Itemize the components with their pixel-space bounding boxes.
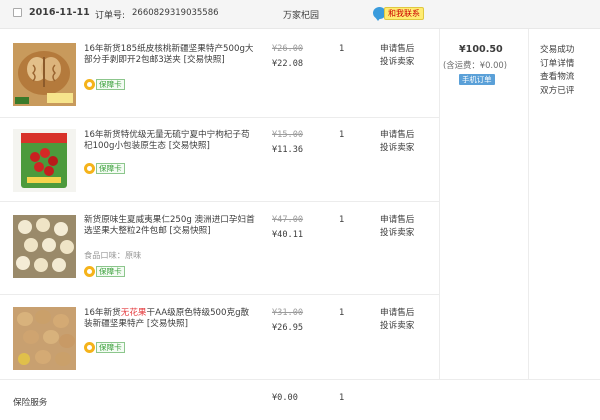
macadamia-photo-icon[interactable] bbox=[13, 215, 76, 278]
item-price: ¥11.36 bbox=[272, 145, 304, 155]
apply-after-sale-link[interactable]: 申请售后 bbox=[380, 130, 414, 140]
apply-after-sale-link[interactable]: 申请售后 bbox=[380, 308, 414, 318]
item-quantity: 1 bbox=[339, 44, 345, 54]
guarantee-card-badge[interactable]: 保障卡 bbox=[84, 78, 125, 90]
walnut-photo-icon[interactable] bbox=[13, 43, 76, 106]
item-title-link[interactable]: 新货原味生夏威夷果仁250g 澳洲进口孕妇首选坚果大整粒2件包邮 [交易快照] bbox=[84, 215, 256, 237]
item-price: ¥26.95 bbox=[272, 323, 304, 333]
column-divider bbox=[528, 29, 529, 380]
complain-seller-link[interactable]: 投诉卖家 bbox=[380, 57, 414, 67]
mobile-order-badge: 手机订单 bbox=[459, 74, 495, 85]
order-number: 2660829319035586 bbox=[132, 8, 219, 18]
item-original-price: ¥31.00 bbox=[272, 308, 304, 318]
complain-seller-link[interactable]: 投诉卖家 bbox=[380, 321, 414, 331]
order-status-links: 交易成功 订单详情 查看物流 双方已评 bbox=[540, 44, 574, 98]
order-total: ¥100.50 bbox=[459, 44, 503, 55]
guarantee-icon bbox=[84, 341, 95, 353]
title-keyword-highlight: 无花果 bbox=[120, 308, 147, 318]
order-select-checkbox[interactable] bbox=[13, 8, 22, 17]
row-divider bbox=[0, 117, 439, 118]
shop-name-link[interactable]: 万家杞园 bbox=[283, 8, 319, 21]
item-original-price: ¥26.00 bbox=[272, 44, 304, 54]
item-original-price: ¥15.00 bbox=[272, 130, 304, 140]
item-title-link[interactable]: 16年新货特优级无量无硫宁夏中宁枸杞子苟杞100g小包装原生态 [交易快照] bbox=[84, 130, 256, 152]
view-logistics-link[interactable]: 查看物流 bbox=[540, 72, 574, 82]
item-quantity: 1 bbox=[339, 130, 345, 140]
goji-berry-photo-icon[interactable] bbox=[13, 129, 76, 192]
guarantee-card-badge[interactable]: 保障卡 bbox=[84, 162, 125, 174]
item-title-link[interactable]: 16年新货185纸皮核桃新疆坚果特产500g大部分手剥即开2包邮3送夹 [交易快… bbox=[84, 44, 256, 66]
row-divider bbox=[0, 201, 439, 202]
item-quantity: 1 bbox=[339, 308, 345, 318]
column-divider bbox=[439, 29, 440, 380]
insurance-service-label: 保险服务 bbox=[13, 398, 48, 408]
apply-after-sale-link[interactable]: 申请售后 bbox=[380, 215, 414, 225]
apply-after-sale-link[interactable]: 申请售后 bbox=[380, 44, 414, 54]
both-reviewed-link[interactable]: 双方已评 bbox=[540, 86, 574, 96]
shipping-fee: (含运费：¥0.00) bbox=[443, 60, 508, 70]
guarantee-card-badge[interactable]: 保障卡 bbox=[84, 341, 125, 353]
trade-success-status: 交易成功 bbox=[540, 45, 575, 55]
row-divider bbox=[0, 379, 600, 380]
contact-seller-label: 和我联系 bbox=[384, 7, 424, 20]
insurance-quantity: 1 bbox=[339, 393, 345, 403]
dried-fig-photo-icon[interactable] bbox=[13, 307, 76, 370]
insurance-price: ¥0.00 bbox=[272, 393, 298, 403]
item-price: ¥22.08 bbox=[272, 59, 304, 69]
order-details-link[interactable]: 订单详情 bbox=[540, 59, 574, 69]
guarantee-icon bbox=[84, 162, 95, 174]
order-date: 2016-11-11 bbox=[29, 7, 90, 18]
item-original-price: ¥47.00 bbox=[272, 215, 304, 225]
order-header: 2016-11-11 订单号: 2660829319035586 万家杞园 和我… bbox=[0, 0, 600, 29]
guarantee-icon bbox=[84, 78, 95, 90]
item-sku-flavor: 食品口味：原味 bbox=[84, 250, 142, 260]
order-number-label: 订单号: bbox=[95, 11, 126, 21]
complain-seller-link[interactable]: 投诉卖家 bbox=[380, 228, 414, 238]
guarantee-icon bbox=[84, 265, 95, 277]
guarantee-card-badge[interactable]: 保障卡 bbox=[84, 265, 125, 277]
item-title-link[interactable]: 16年新货无花果干AA级原色特级500克g散装新疆坚果特产 [交易快照] bbox=[84, 308, 256, 330]
complain-seller-link[interactable]: 投诉卖家 bbox=[380, 143, 414, 153]
item-quantity: 1 bbox=[339, 215, 345, 225]
row-divider bbox=[0, 294, 439, 295]
contact-seller-button[interactable]: 和我联系 bbox=[373, 6, 425, 21]
item-price: ¥40.11 bbox=[272, 230, 304, 240]
